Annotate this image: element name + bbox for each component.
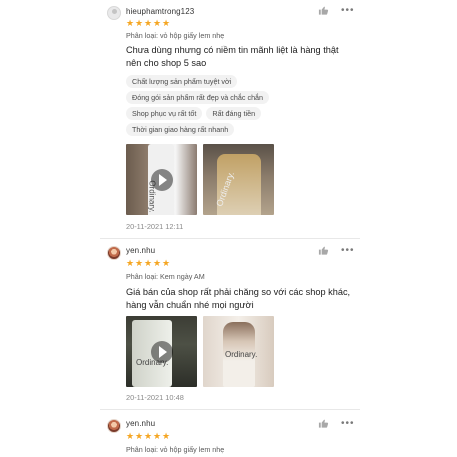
- more-options-icon[interactable]: •••: [341, 419, 355, 429]
- rating-stars: ★ ★ ★ ★ ★: [126, 18, 171, 28]
- avatar[interactable]: [107, 6, 121, 20]
- review-video-thumbnail[interactable]: Ordinary.: [126, 316, 197, 387]
- thumbs-up-icon[interactable]: [318, 418, 329, 429]
- review-image-thumbnail[interactable]: Ordinary.: [203, 144, 274, 215]
- star-icon: ★: [135, 258, 144, 268]
- comment-line: Giá bán của shop rất phải chăng so với c…: [126, 287, 351, 297]
- star-icon: ★: [144, 431, 153, 441]
- review-tag: Chất lượng sản phẩm tuyệt vời: [126, 75, 238, 88]
- review-video-thumbnail[interactable]: Ordinary.: [126, 144, 197, 215]
- review-tag: Rất đáng tiền: [206, 107, 262, 120]
- star-icon: ★: [126, 18, 135, 28]
- comment-line: Chưa dùng nhưng có niềm tin mãnh liệt là…: [126, 45, 339, 55]
- comment-line: hàng vẫn chuẩn nhé mọi người: [126, 299, 254, 310]
- review-image-thumbnail[interactable]: Ordinary.: [203, 316, 274, 387]
- more-options-icon[interactable]: •••: [341, 246, 355, 256]
- review-date: 20-11-2021 12:11: [126, 222, 184, 231]
- reviewer-username[interactable]: yen.nhu: [126, 419, 155, 428]
- product-variant: Phân loại: vỏ hộp giấy lem nhẹ: [126, 31, 225, 40]
- review-media: Ordinary. Ordinary.: [126, 144, 274, 215]
- product-variant: Phân loại: Kem ngày AM: [126, 272, 205, 281]
- avatar[interactable]: [107, 246, 121, 260]
- star-icon: ★: [162, 258, 171, 268]
- star-icon: ★: [135, 431, 144, 441]
- more-options-icon[interactable]: •••: [341, 6, 355, 16]
- play-icon[interactable]: [151, 169, 173, 191]
- rating-stars: ★ ★ ★ ★ ★: [126, 431, 171, 441]
- star-icon: ★: [162, 431, 171, 441]
- review-date: 20-11-2021 10:48: [126, 393, 184, 402]
- review-tag: Thời gian giao hàng rất nhanh: [126, 123, 235, 136]
- thumbs-up-icon[interactable]: [318, 5, 329, 16]
- avatar[interactable]: [107, 419, 121, 433]
- star-icon: ★: [144, 18, 153, 28]
- thumbs-up-icon[interactable]: [318, 245, 329, 256]
- star-icon: ★: [135, 18, 144, 28]
- product-variant: Phân loại: vỏ hộp giấy lem nhẹ: [126, 445, 225, 454]
- star-icon: ★: [153, 431, 162, 441]
- star-icon: ★: [153, 18, 162, 28]
- reviewer-username[interactable]: yen.nhu: [126, 246, 155, 255]
- divider: [100, 238, 360, 239]
- comment-line: nên cho shop 5 sao: [126, 57, 207, 68]
- star-icon: ★: [126, 431, 135, 441]
- play-icon[interactable]: [151, 341, 173, 363]
- star-icon: ★: [144, 258, 153, 268]
- review-comment: Chưa dùng nhưng có niềm tin mãnh liệt là…: [126, 44, 376, 69]
- star-icon: ★: [126, 258, 135, 268]
- review-media: Ordinary. Ordinary.: [126, 316, 274, 387]
- review-tags: Chất lượng sản phẩm tuyệt vời Đóng gói s…: [126, 75, 346, 136]
- divider: [100, 409, 360, 410]
- rating-stars: ★ ★ ★ ★ ★: [126, 258, 171, 268]
- review-tag: Đóng gói sản phẩm rất đẹp và chắc chắn: [126, 91, 270, 104]
- star-icon: ★: [153, 258, 162, 268]
- review-comment: Giá bán của shop rất phải chăng so với c…: [126, 286, 376, 311]
- star-icon: ★: [162, 18, 171, 28]
- reviewer-username[interactable]: hieuphamtrong123: [126, 7, 194, 16]
- product-label: Ordinary.: [225, 350, 258, 359]
- review-tag: Shop phục vụ rất tốt: [126, 107, 203, 120]
